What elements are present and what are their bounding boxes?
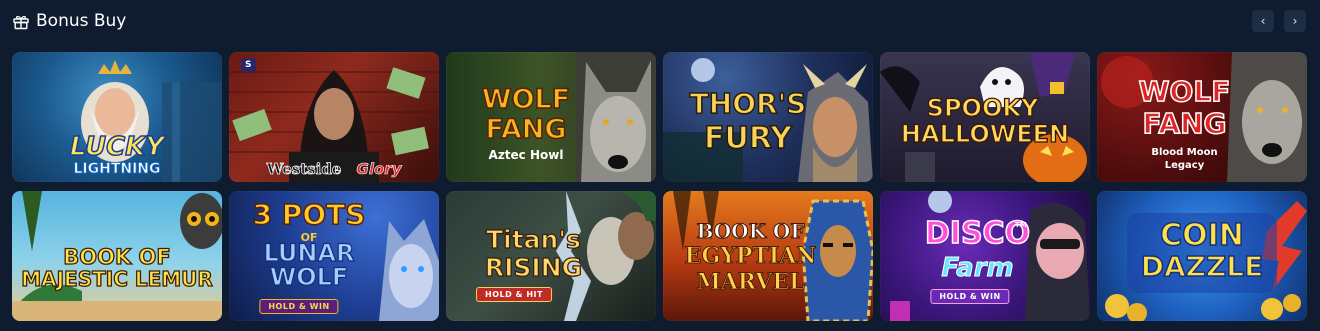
hold-and-hit-badge: HOLD & HIT	[476, 287, 552, 302]
game-tile-book-of-majestic-lemur[interactable]: Book of Majestic Lemur	[12, 191, 222, 321]
game-subtitle-line2: Legacy	[1164, 160, 1205, 171]
game-title: Lucky	[69, 132, 165, 162]
game-title-line2: Dazzle	[1140, 250, 1264, 283]
game-title: Book of	[696, 219, 805, 243]
game-tile-westside-glory[interactable]: S Westside Glory	[229, 52, 439, 182]
game-tile-wolf-fang-blood-moon[interactable]: Wolf Fang Blood Moon Legacy	[1097, 52, 1307, 182]
game-title-line2: Halloween	[900, 120, 1070, 148]
section-header: Bonus Buy	[12, 8, 126, 34]
game-title-line2: Fang	[1142, 107, 1228, 140]
section-title: Bonus Buy	[36, 11, 127, 31]
chevron-right-icon: ›	[1292, 14, 1298, 28]
game-tile-book-of-egyptian-marvel[interactable]: Book of Egyptian Marvel	[663, 191, 873, 321]
game-title: 3 Pots	[252, 198, 366, 231]
game-title: Thor's	[689, 87, 807, 120]
next-button[interactable]: ›	[1284, 10, 1306, 32]
game-title-line2: Farm	[941, 253, 1014, 283]
game-tile-wolf-fang-aztec-howl[interactable]: Wolf Fang Aztec Howl	[446, 52, 656, 182]
game-title: Spooky	[926, 94, 1039, 122]
game-grid: Lucky Lightning S Westside Glory	[12, 52, 1307, 321]
game-title: Wolf	[1138, 75, 1231, 108]
game-title-line2: Rising	[484, 253, 583, 282]
hold-and-win-badge: HOLD & WIN	[259, 299, 339, 314]
game-tile-3-pots-of-lunar-wolf[interactable]: 3 Pots of Lunar Wolf HOLD & WIN	[229, 191, 439, 321]
game-subtitle: Blood Moon	[1151, 147, 1218, 158]
game-title-line2: Fury	[703, 121, 793, 156]
game-tile-lucky-lightning[interactable]: Lucky Lightning	[12, 52, 222, 182]
game-title: Disco	[924, 216, 1031, 251]
game-title: Book of	[63, 245, 172, 269]
game-title-line2: Majestic Lemur	[21, 267, 214, 291]
bonus-buy-section: Bonus Buy ‹ › Lucky Lightning	[0, 0, 1320, 331]
trademark-label: TM	[1015, 221, 1027, 229]
provider-badge: S	[241, 58, 256, 72]
game-title-line3: Marvel	[696, 269, 805, 295]
game-title-line2: Lightning	[73, 161, 161, 177]
game-subtitle: Aztec Howl	[488, 148, 564, 162]
game-title: Coin	[1159, 218, 1244, 253]
game-title: Titan's	[485, 225, 581, 254]
game-title-line2: Fang	[485, 114, 568, 145]
game-tile-titans-rising[interactable]: Titan's Rising HOLD & HIT	[446, 191, 656, 321]
game-tile-spooky-halloween[interactable]: Spooky Halloween	[880, 52, 1090, 182]
game-title-line3: Wolf	[269, 263, 349, 291]
chevron-left-icon: ‹	[1260, 14, 1266, 28]
game-title-line2: Glory	[356, 160, 402, 179]
game-title-line2: Egyptian	[684, 243, 817, 269]
game-title-line2: Lunar	[263, 239, 355, 267]
game-tile-thors-fury[interactable]: Thor's Fury	[663, 52, 873, 182]
gift-icon	[12, 12, 30, 30]
hold-and-win-badge: HOLD & WIN	[930, 289, 1010, 304]
prev-button[interactable]: ‹	[1252, 10, 1274, 32]
game-tile-coin-dazzle[interactable]: Coin Dazzle	[1097, 191, 1307, 321]
carousel-nav: ‹ ›	[1252, 10, 1306, 32]
game-tile-disco-farm[interactable]: Disco TM Farm HOLD & WIN	[880, 191, 1090, 321]
game-title: Wolf	[481, 84, 571, 115]
